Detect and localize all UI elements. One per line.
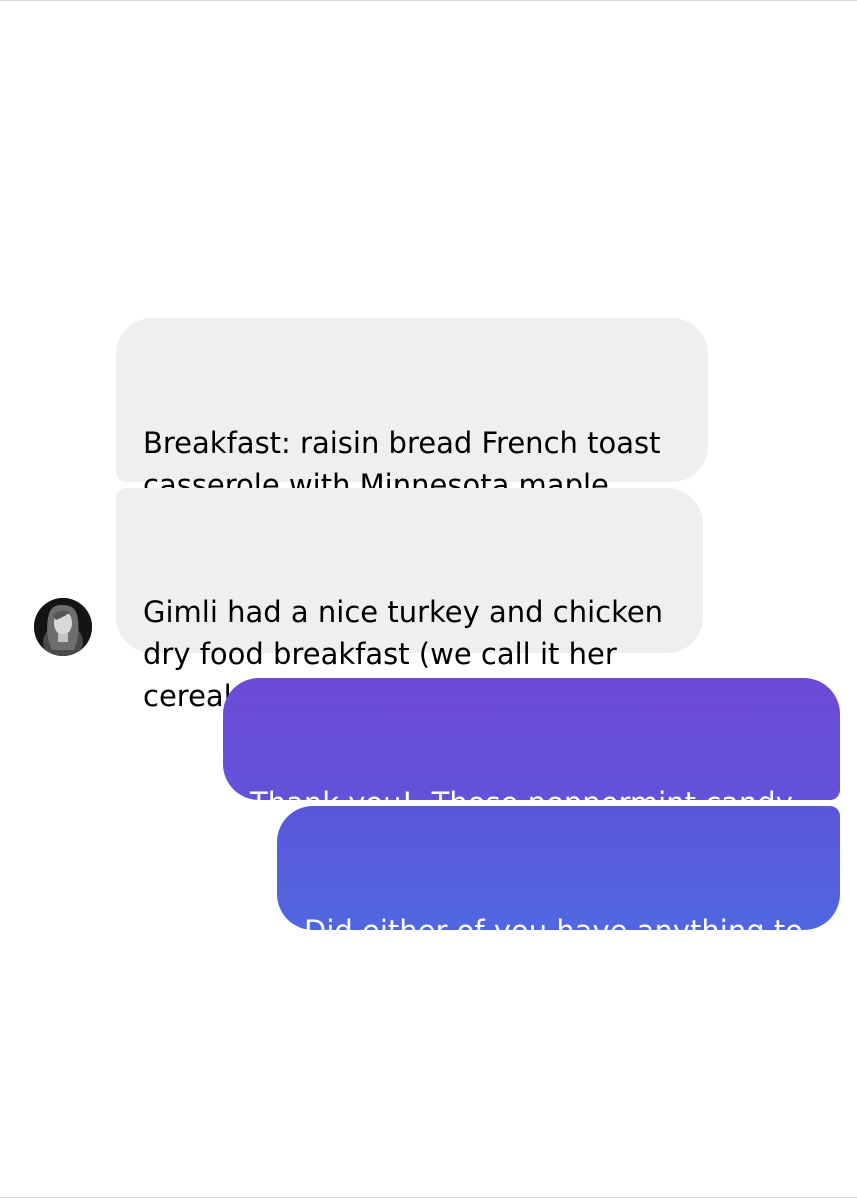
top-divider [0,0,857,1]
outgoing-message-bubble[interactable]: Thank you! Those peppermint candy lights… [223,678,840,862]
outgoing-message-bubble[interactable]: Did either of you have anything to drink… [277,806,840,990]
message-text: Did either of you have anything to drink… [304,914,813,990]
incoming-message-bubble[interactable]: Gimli had a nice turkey and chicken dry … [116,488,703,713]
bottom-divider [0,1197,857,1198]
avatar[interactable] [34,598,92,656]
incoming-message-bubble[interactable]: Breakfast: raisin bread French toast cas… [116,318,708,544]
